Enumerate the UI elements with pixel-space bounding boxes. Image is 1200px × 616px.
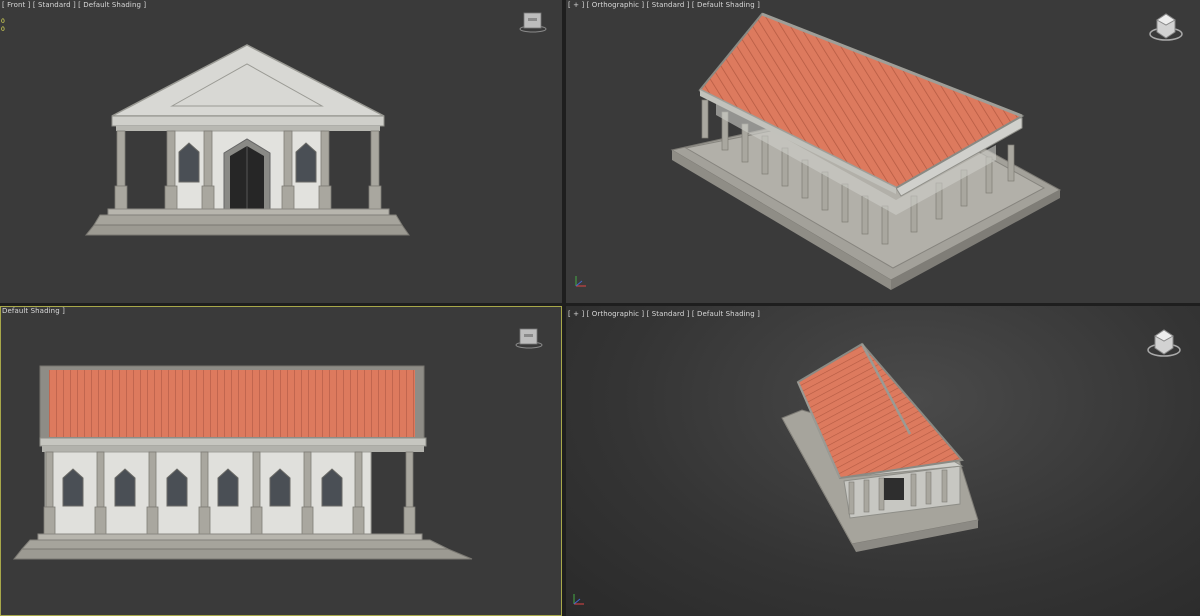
viewport-side[interactable]: Default Shading ] [0,306,562,616]
viewport-perspective[interactable]: [ + ] [ Orthographic ] [ Standard ] [ De… [566,0,1200,303]
temple-orthographic-model[interactable] [566,306,1200,616]
temple-side-model[interactable] [0,306,562,616]
viewport-front[interactable]: [ Front ] [ Standard ] [ Default Shading… [0,0,562,303]
temple-front-model[interactable] [0,0,562,303]
temple-perspective-model[interactable] [566,0,1200,303]
viewport-orthographic[interactable]: [ + ] [ Orthographic ] [ Standard ] [ De… [566,306,1200,616]
